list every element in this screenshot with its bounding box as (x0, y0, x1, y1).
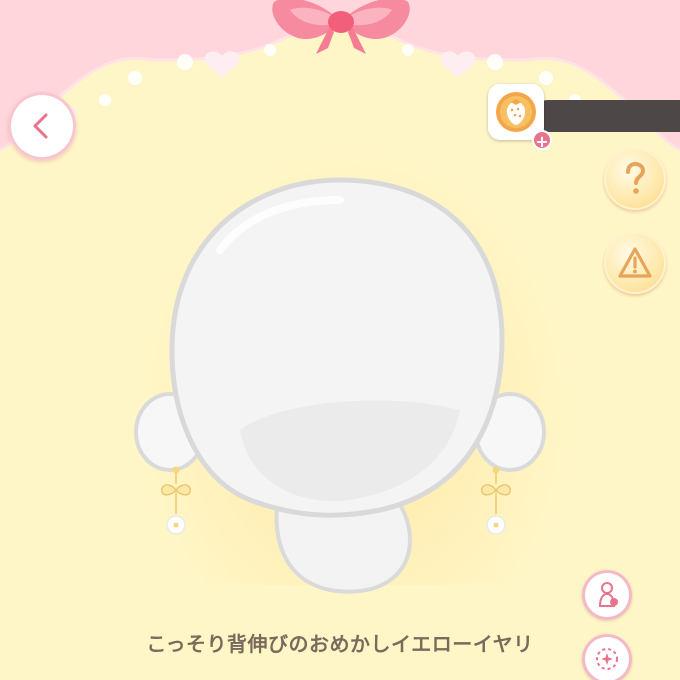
plus-icon: + (535, 132, 549, 151)
earring-left (161, 466, 191, 535)
back-button[interactable] (8, 92, 76, 160)
currency-display: + (488, 84, 680, 151)
question-mark-icon (626, 161, 646, 194)
avatar-head (134, 177, 546, 594)
try-on-button[interactable] (582, 570, 632, 620)
strawberry-coin-icon (496, 92, 536, 132)
warning-triangle-icon (618, 247, 652, 278)
earring-right (481, 466, 511, 535)
item-name: こっそり背伸びのおめかしイエローイヤリ (146, 632, 534, 656)
pink-ribbon-icon (272, 0, 410, 54)
screen: + こっそり背伸びのおめかしイエローイヤリ (0, 0, 680, 680)
sparkle-icon (596, 648, 618, 670)
mannequin-icon (598, 582, 618, 607)
add-coin-button[interactable]: + (532, 130, 552, 151)
avatar-preview (134, 177, 546, 594)
chevron-left-icon (33, 113, 48, 139)
help-button[interactable] (604, 148, 666, 210)
report-button[interactable] (604, 232, 666, 294)
effect-button[interactable] (582, 634, 632, 680)
currency-bar (532, 100, 680, 132)
